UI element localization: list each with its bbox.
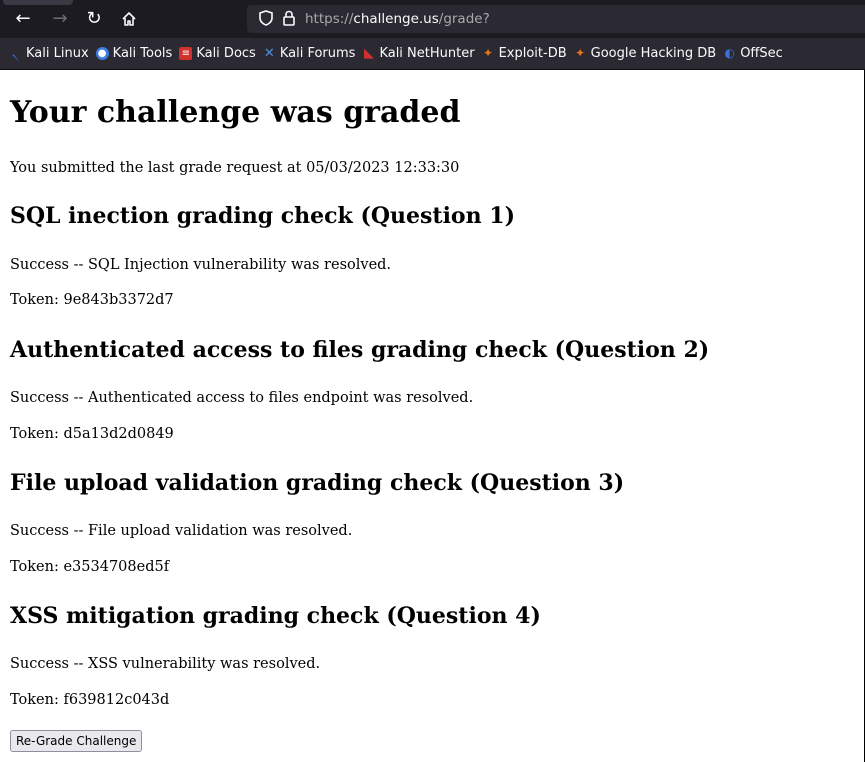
bookmark-offsec[interactable]: ◐ OffSec: [720, 42, 787, 66]
bookmark-label: Kali Tools: [112, 46, 173, 61]
offsec-icon: ◐: [724, 46, 735, 60]
bookmark-label: Kali NetHunter: [379, 46, 475, 61]
check-heading-q2: Authenticated access to files grading ch…: [10, 337, 710, 363]
kali-dragon-icon: ৲: [11, 46, 20, 60]
bookmark-kali-forums[interactable]: ✕ Kali Forums: [260, 42, 360, 66]
forward-arrow-icon[interactable]: →: [47, 6, 73, 32]
bookmark-exploit-db[interactable]: ✦ Exploit-DB: [479, 42, 571, 66]
bookmark-kali-linux[interactable]: ৲ Kali Linux: [6, 42, 93, 66]
back-arrow-icon[interactable]: ←: [10, 6, 36, 32]
bookmark-label: OffSec: [740, 46, 783, 61]
tab-strip[interactable]: [3, 0, 73, 5]
kali-forums-icon: ✕: [263, 46, 275, 61]
check-result-q1: Success -- SQL Injection vulnerability w…: [10, 257, 392, 273]
bookmark-label: Kali Linux: [26, 46, 89, 61]
reload-icon[interactable]: ↻: [81, 6, 107, 32]
check-heading-q1: SQL inection grading check (Question 1): [10, 203, 515, 229]
url-bar[interactable]: https://challenge.us/grade?: [247, 5, 865, 33]
kali-tools-icon: ●: [95, 47, 109, 60]
kali-nethunter-icon: ◣: [363, 46, 374, 61]
browser-toolbar: ← → ↻ https://challenge.us/grade?: [0, 0, 865, 38]
tracking-shield-icon[interactable]: [257, 9, 275, 27]
bookmark-label: Exploit-DB: [498, 46, 567, 61]
submitted-text: You submitted the last grade request at …: [10, 160, 460, 176]
check-heading-q4: XSS mitigation grading check (Question 4…: [10, 603, 541, 629]
check-result-q4: Success -- XSS vulnerability was resolve…: [10, 656, 321, 672]
bookmark-label: Google Hacking DB: [590, 46, 717, 61]
regrade-challenge-button[interactable]: Re-Grade Challenge: [10, 730, 143, 752]
check-token-q2: Token: d5a13d2d0849: [10, 426, 174, 442]
lock-icon[interactable]: [281, 9, 297, 27]
check-result-q3: Success -- File upload validation was re…: [10, 523, 353, 539]
bookmark-google-hacking-db[interactable]: ✦ Google Hacking DB: [571, 42, 721, 66]
check-token-q1: Token: 9e843b3372d7: [10, 292, 174, 308]
url-host: challenge.us: [353, 11, 439, 27]
check-token-q3: Token: e3534708ed5f: [10, 559, 170, 575]
bookmarks-bar: ৲ Kali Linux ● Kali Tools ≡ Kali Docs ✕ …: [0, 38, 865, 70]
bookmark-label: Kali Forums: [279, 46, 356, 61]
bookmark-kali-nethunter[interactable]: ◣ Kali NetHunter: [359, 42, 478, 66]
url-scheme: https://: [305, 11, 354, 27]
bookmark-kali-docs[interactable]: ≡ Kali Docs: [176, 42, 260, 66]
bookmark-label: Kali Docs: [196, 46, 256, 61]
page-title: Your challenge was graded: [10, 95, 461, 130]
url-path: /grade?: [438, 11, 490, 27]
url-text[interactable]: https://challenge.us/grade?: [305, 5, 490, 33]
check-heading-q3: File upload validation grading check (Qu…: [10, 470, 625, 496]
check-result-q2: Success -- Authenticated access to files…: [10, 390, 474, 406]
home-icon[interactable]: [116, 6, 142, 32]
exploit-db-icon: ✦: [483, 46, 494, 60]
kali-docs-icon: ≡: [179, 47, 193, 60]
bookmark-kali-tools[interactable]: ● Kali Tools: [93, 42, 177, 66]
ghdb-icon: ✦: [575, 46, 586, 60]
check-token-q4: Token: f639812c043d: [10, 692, 170, 708]
